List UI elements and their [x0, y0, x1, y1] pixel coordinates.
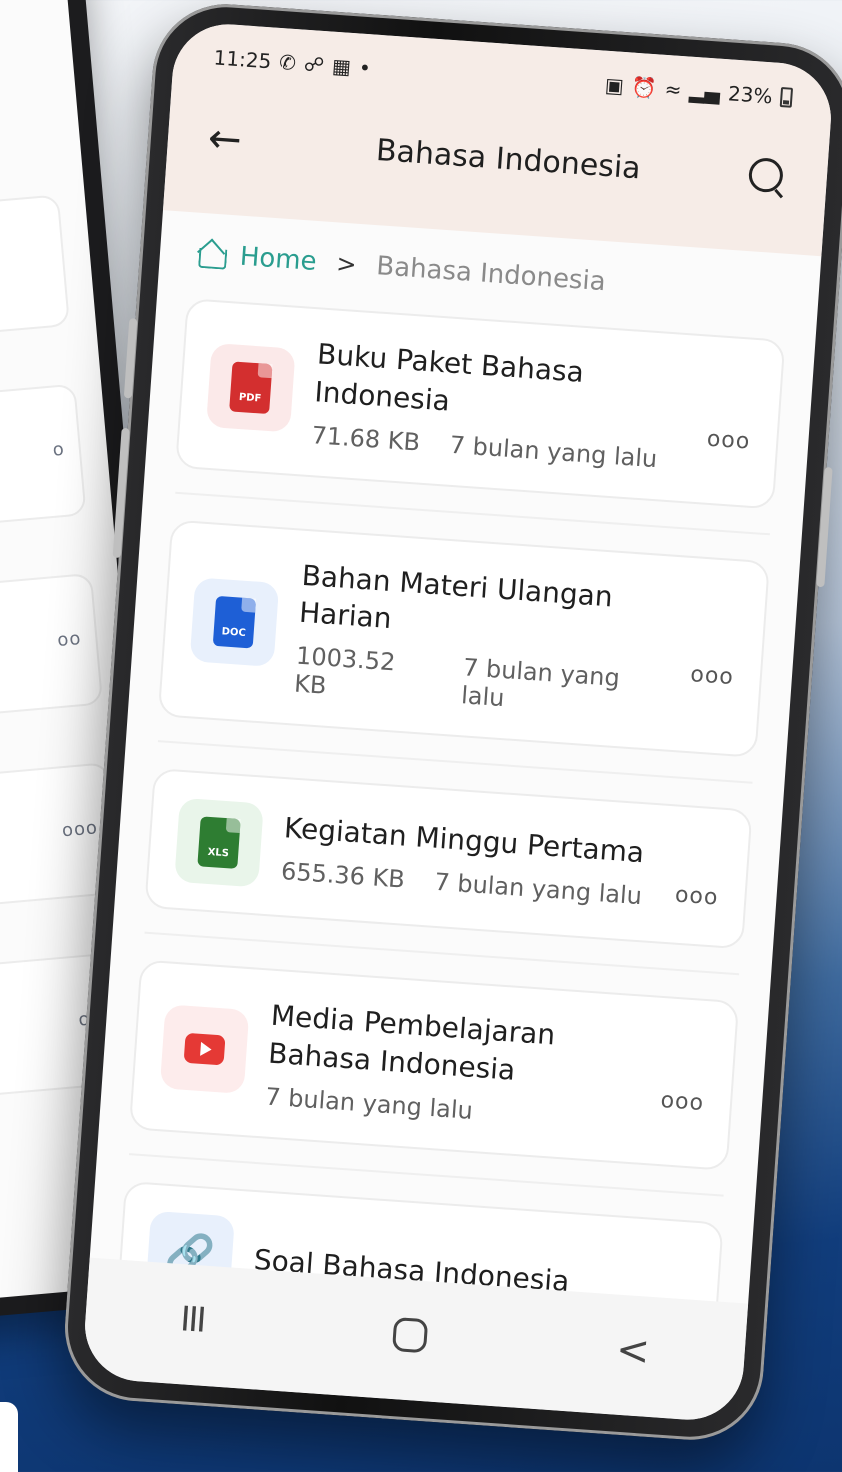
xls-file-icon: XLS: [174, 797, 264, 888]
phone-screen: 11:25 ✆ ☍ ▦ • ▣ ⏰ ≈ ▂▄ 23% ← Bahasa Indo…: [81, 20, 835, 1424]
back-icon[interactable]: <: [615, 1327, 652, 1375]
lock-icon: ▣: [604, 72, 625, 98]
app-icon: ▦: [331, 53, 352, 79]
more-icon: ooo: [61, 817, 99, 842]
signal-icon: ▂▄: [688, 78, 721, 105]
file-date: 7 bulan yang lalu: [433, 867, 643, 911]
file-item-pdf[interactable]: PDF Buku Paket Bahasa Indonesia 71.68 KB…: [175, 298, 786, 535]
file-list: PDF Buku Paket Bahasa Indonesia 71.68 KB…: [81, 286, 816, 1423]
background-card: o: [0, 383, 87, 542]
chevron-right-icon: >: [335, 249, 358, 279]
battery-percent: 23%: [727, 81, 774, 109]
file-item-video[interactable]: Media Pembelajaran Bahasa Indonesia 7 bu…: [128, 959, 740, 1197]
file-item-xls[interactable]: XLS Kegiatan Minggu Pertama 655.36 KB 7 …: [144, 768, 753, 976]
file-size: 655.36 KB: [280, 857, 406, 894]
phone-frame: 11:25 ✆ ☍ ▦ • ▣ ⏰ ≈ ▂▄ 23% ← Bahasa Indo…: [60, 0, 842, 1445]
more-icon: oo: [56, 628, 83, 652]
search-icon[interactable]: [747, 157, 788, 198]
more-icon: o: [51, 438, 66, 461]
more-options-icon[interactable]: ooo: [706, 387, 754, 455]
page-title: Bahasa Indonesia: [374, 132, 642, 186]
file-date: 7 bulan yang lalu: [448, 430, 659, 473]
file-date: 7 bulan yang lalu: [460, 653, 621, 713]
whatsapp-icon: ✆: [278, 49, 297, 76]
pdf-file-icon: PDF: [205, 342, 296, 433]
more-options-icon[interactable]: ooo: [674, 842, 722, 910]
file-size: 1003.52 KB: [293, 641, 397, 700]
more-options-icon[interactable]: ooo: [660, 1049, 708, 1117]
side-button: [123, 318, 138, 399]
file-date: 7 bulan yang lalu: [264, 1082, 474, 1125]
battery-icon: [779, 86, 794, 108]
link-app-icon: ☍: [303, 51, 326, 78]
more-options-icon[interactable]: ooo: [690, 622, 738, 690]
background-card: oo: [0, 572, 104, 731]
file-title: Bahan Materi Ulangan Harian: [298, 558, 614, 636]
file-size: 71.68 KB: [310, 420, 421, 457]
dot-icon: •: [358, 55, 372, 81]
youtube-icon: [159, 1004, 250, 1094]
back-arrow-icon[interactable]: ←: [207, 115, 270, 165]
recent-apps-icon[interactable]: III: [179, 1299, 206, 1341]
background-card: [0, 194, 71, 352]
home-button-icon[interactable]: [392, 1317, 429, 1354]
file-title: Buku Paket Bahasa Indonesia: [313, 337, 585, 418]
volume-button: [816, 466, 833, 588]
breadcrumb-home-label: Home: [238, 241, 318, 277]
breadcrumb-home[interactable]: Home: [195, 239, 318, 277]
status-time: 11:25: [212, 45, 273, 74]
alarm-icon: ⏰: [631, 74, 658, 101]
wifi-icon: ≈: [663, 76, 683, 103]
home-icon: [195, 240, 227, 270]
file-item-doc[interactable]: DOC Bahan Materi Ulangan Harian 1003.52 …: [157, 519, 770, 784]
doc-file-icon: DOC: [189, 577, 280, 668]
file-title: Media Pembelajaran Bahasa Indonesia: [267, 998, 557, 1087]
corner-chip: [0, 1402, 18, 1472]
breadcrumb-current: Bahasa Indonesia: [375, 251, 607, 298]
